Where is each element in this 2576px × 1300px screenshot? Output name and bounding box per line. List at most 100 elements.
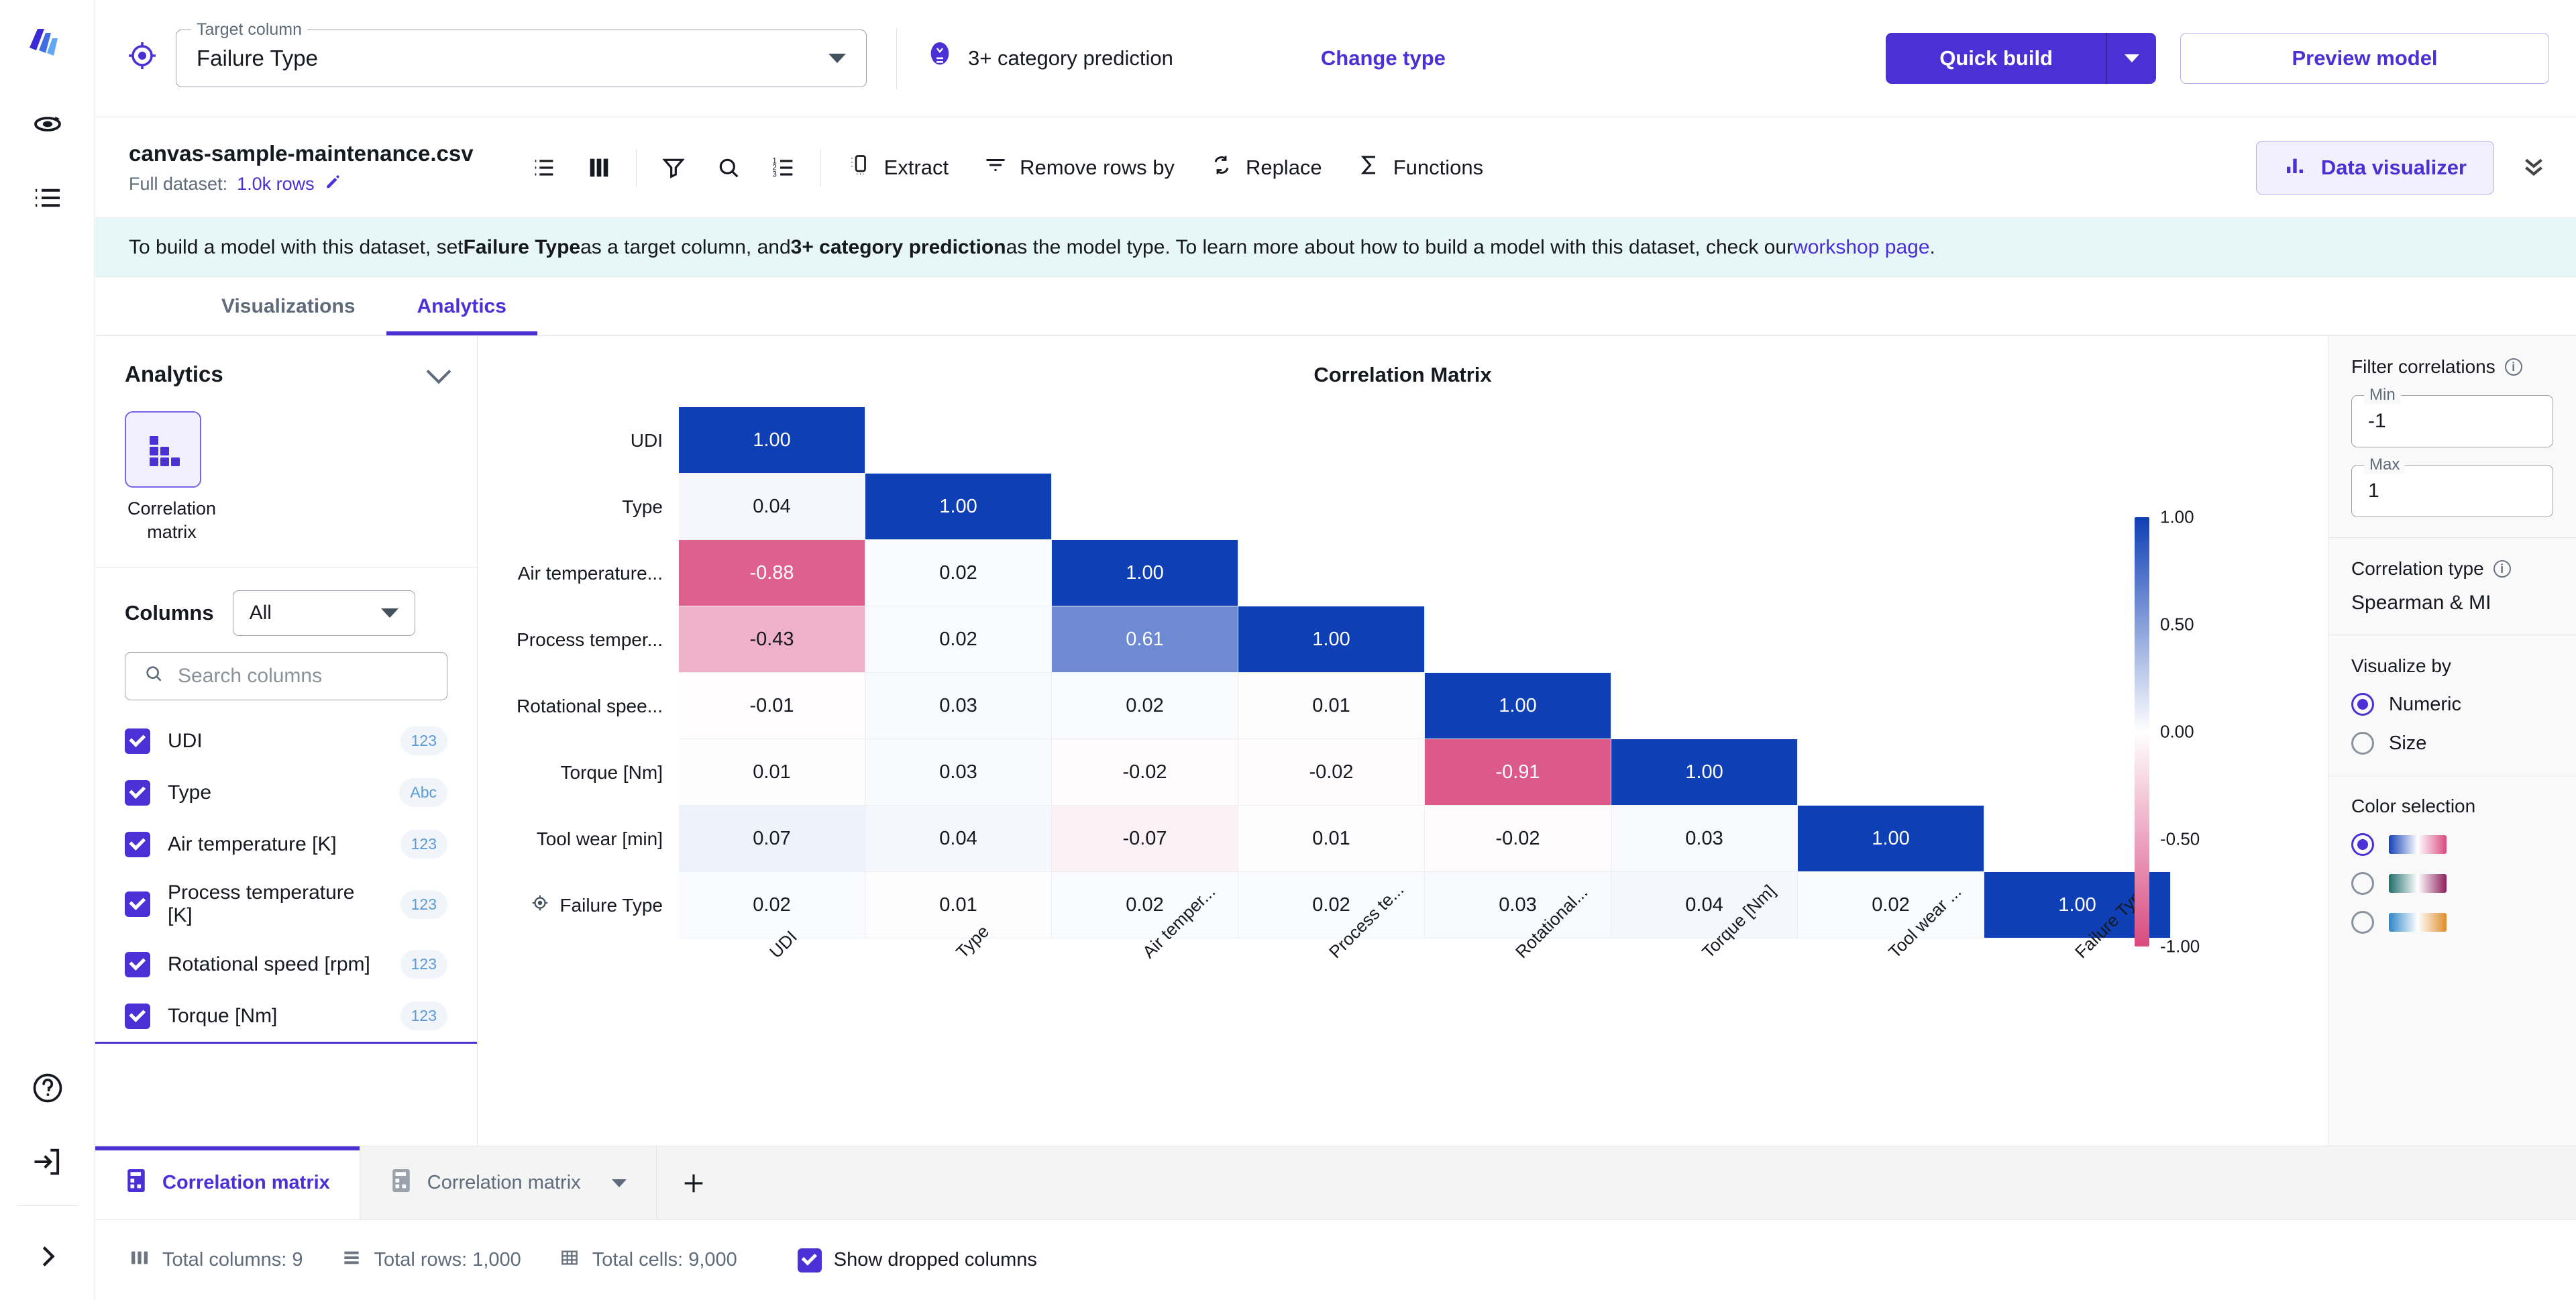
- checkbox-checked-icon[interactable]: [125, 831, 150, 857]
- max-field[interactable]: Max: [2351, 455, 2553, 517]
- matrix-cell[interactable]: -0.07: [1052, 806, 1238, 872]
- checkbox-checked-icon[interactable]: [125, 1003, 150, 1029]
- chevron-down-icon[interactable]: [828, 54, 846, 63]
- quick-build-group: Quick build: [1886, 33, 2156, 84]
- checkbox-checked-icon[interactable]: [125, 951, 150, 977]
- matrix-row-label-text: Air temperature...: [517, 562, 663, 584]
- matrix-cell[interactable]: 1.00: [1238, 606, 1425, 673]
- functions-label: Functions: [1393, 155, 1484, 179]
- matrix-cell[interactable]: 1.00: [1052, 540, 1238, 606]
- matrix-cell[interactable]: -0.01: [679, 673, 865, 739]
- replace-button[interactable]: Replace: [1192, 143, 1340, 193]
- help-icon[interactable]: [0, 1051, 95, 1125]
- datasets-icon[interactable]: [0, 161, 95, 235]
- change-type-link[interactable]: Change type: [1321, 46, 1446, 70]
- app-logo-icon[interactable]: [0, 0, 95, 87]
- max-input[interactable]: [2368, 480, 2536, 502]
- column-item-udi[interactable]: UDI 123: [95, 715, 477, 767]
- matrix-cell[interactable]: 0.02: [679, 872, 865, 938]
- quick-build-button[interactable]: Quick build: [1886, 33, 2106, 84]
- matrix-cell[interactable]: 1.00: [865, 474, 1052, 540]
- worksheet-tab-1[interactable]: Correlation matrix: [95, 1146, 360, 1220]
- matrix-cell[interactable]: 0.01: [1238, 806, 1425, 872]
- column-view-icon[interactable]: [572, 143, 627, 193]
- svg-text:3: 3: [772, 170, 776, 178]
- tab-visualizations[interactable]: Visualizations: [191, 277, 386, 335]
- matrix-container: UDI 1.00 Type 0.04 1.00 Air temperature... -0.…: [478, 407, 2328, 1052]
- dataset-rows[interactable]: 1.0k rows: [237, 174, 315, 195]
- matrix-cell[interactable]: 0.01: [679, 739, 865, 806]
- matrix-cell[interactable]: -0.02: [1425, 806, 1611, 872]
- checkbox-checked-icon[interactable]: [125, 779, 150, 806]
- matrix-cell[interactable]: -0.43: [679, 606, 865, 673]
- show-dropped-columns-toggle[interactable]: Show dropped columns: [797, 1248, 1037, 1272]
- info-icon[interactable]: i: [2493, 560, 2511, 578]
- search-columns-input[interactable]: [178, 665, 429, 688]
- matrix-cell[interactable]: 0.02: [865, 540, 1052, 606]
- matrix-cell[interactable]: 0.01: [865, 872, 1052, 938]
- numbered-list-icon[interactable]: 1 2 3: [756, 143, 811, 193]
- matrix-cell[interactable]: 1.00: [679, 407, 865, 474]
- matrix-cell[interactable]: 0.02: [1052, 673, 1238, 739]
- chevron-down-icon[interactable]: [426, 359, 451, 384]
- add-worksheet-button[interactable]: [657, 1146, 731, 1220]
- matrix-cell[interactable]: -0.88: [679, 540, 865, 606]
- worksheet-tab-2[interactable]: Correlation matrix: [360, 1146, 657, 1220]
- models-icon[interactable]: [0, 87, 95, 161]
- collapse-double-chevron-icon[interactable]: [2518, 150, 2549, 186]
- quick-build-dropdown-button[interactable]: [2106, 33, 2156, 84]
- chevron-down-icon[interactable]: [611, 1179, 627, 1187]
- workshop-page-link[interactable]: workshop page: [1793, 236, 1929, 259]
- column-item-type[interactable]: Type Abc: [95, 767, 477, 818]
- min-input[interactable]: [2368, 410, 2536, 433]
- edit-pencil-icon[interactable]: [324, 173, 341, 195]
- matrix-cell[interactable]: -0.02: [1052, 739, 1238, 806]
- target-column-select[interactable]: Target column Failure Type: [176, 19, 867, 87]
- tab-analytics[interactable]: Analytics: [386, 277, 537, 335]
- dataset-toolbar: canvas-sample-maintenance.csv Full datas…: [95, 117, 2576, 218]
- column-type-badge: Abc: [399, 778, 447, 808]
- color-option-teal-magenta[interactable]: [2351, 872, 2553, 895]
- matrix-cell[interactable]: 1.00: [1798, 806, 1984, 872]
- matrix-cell[interactable]: 0.03: [865, 739, 1052, 806]
- color-option-blue-pink[interactable]: [2351, 833, 2553, 856]
- expand-rail-icon[interactable]: [0, 1213, 95, 1300]
- info-icon[interactable]: i: [2504, 358, 2522, 376]
- matrix-cell[interactable]: 1.00: [1611, 739, 1798, 806]
- filter-icon[interactable]: [646, 143, 701, 193]
- radio-numeric[interactable]: Numeric: [2351, 693, 2553, 716]
- matrix-cell[interactable]: 0.03: [865, 673, 1052, 739]
- checkbox-checked-icon[interactable]: [125, 891, 150, 918]
- matrix-cell[interactable]: -0.91: [1425, 739, 1611, 806]
- column-item-process-temperature[interactable]: Process temperature [K] 123: [95, 870, 477, 938]
- sign-out-icon[interactable]: [0, 1125, 95, 1199]
- column-item-air-temperature[interactable]: Air temperature [K] 123: [95, 818, 477, 870]
- matrix-cell[interactable]: 0.07: [679, 806, 865, 872]
- remove-rows-button[interactable]: Remove rows by: [966, 143, 1192, 193]
- column-type-badge: 123: [400, 830, 447, 859]
- data-visualizer-button[interactable]: Data visualizer: [2255, 140, 2494, 195]
- list-view-icon[interactable]: [517, 143, 572, 193]
- matrix-cell[interactable]: 0.02: [865, 606, 1052, 673]
- color-option-blue-orange[interactable]: [2351, 911, 2553, 934]
- extract-button[interactable]: Extract: [830, 143, 966, 193]
- matrix-cell[interactable]: 0.03: [1611, 806, 1798, 872]
- preview-model-button[interactable]: Preview model: [2180, 33, 2549, 84]
- matrix-cell[interactable]: 0.01: [1238, 673, 1425, 739]
- matrix-cell[interactable]: -0.02: [1238, 739, 1425, 806]
- search-icon[interactable]: [701, 143, 756, 193]
- correlation-matrix-tile[interactable]: [125, 411, 201, 488]
- checkbox-checked-icon[interactable]: [797, 1248, 822, 1272]
- matrix-cell[interactable]: 0.04: [679, 474, 865, 540]
- min-field[interactable]: Min: [2351, 386, 2553, 447]
- matrix-cell[interactable]: 1.00: [1425, 673, 1611, 739]
- column-item-rotational-speed[interactable]: Rotational speed [rpm] 123: [95, 938, 477, 990]
- columns-filter-select[interactable]: All: [232, 590, 415, 637]
- matrix-cell[interactable]: 0.04: [865, 806, 1052, 872]
- functions-button[interactable]: Functions: [1340, 143, 1501, 193]
- radio-size[interactable]: Size: [2351, 732, 2553, 755]
- column-item-torque[interactable]: Torque [Nm] 123: [95, 990, 477, 1044]
- matrix-cell[interactable]: 0.61: [1052, 606, 1238, 673]
- search-columns-box[interactable]: [125, 652, 447, 701]
- checkbox-checked-icon[interactable]: [125, 728, 150, 754]
